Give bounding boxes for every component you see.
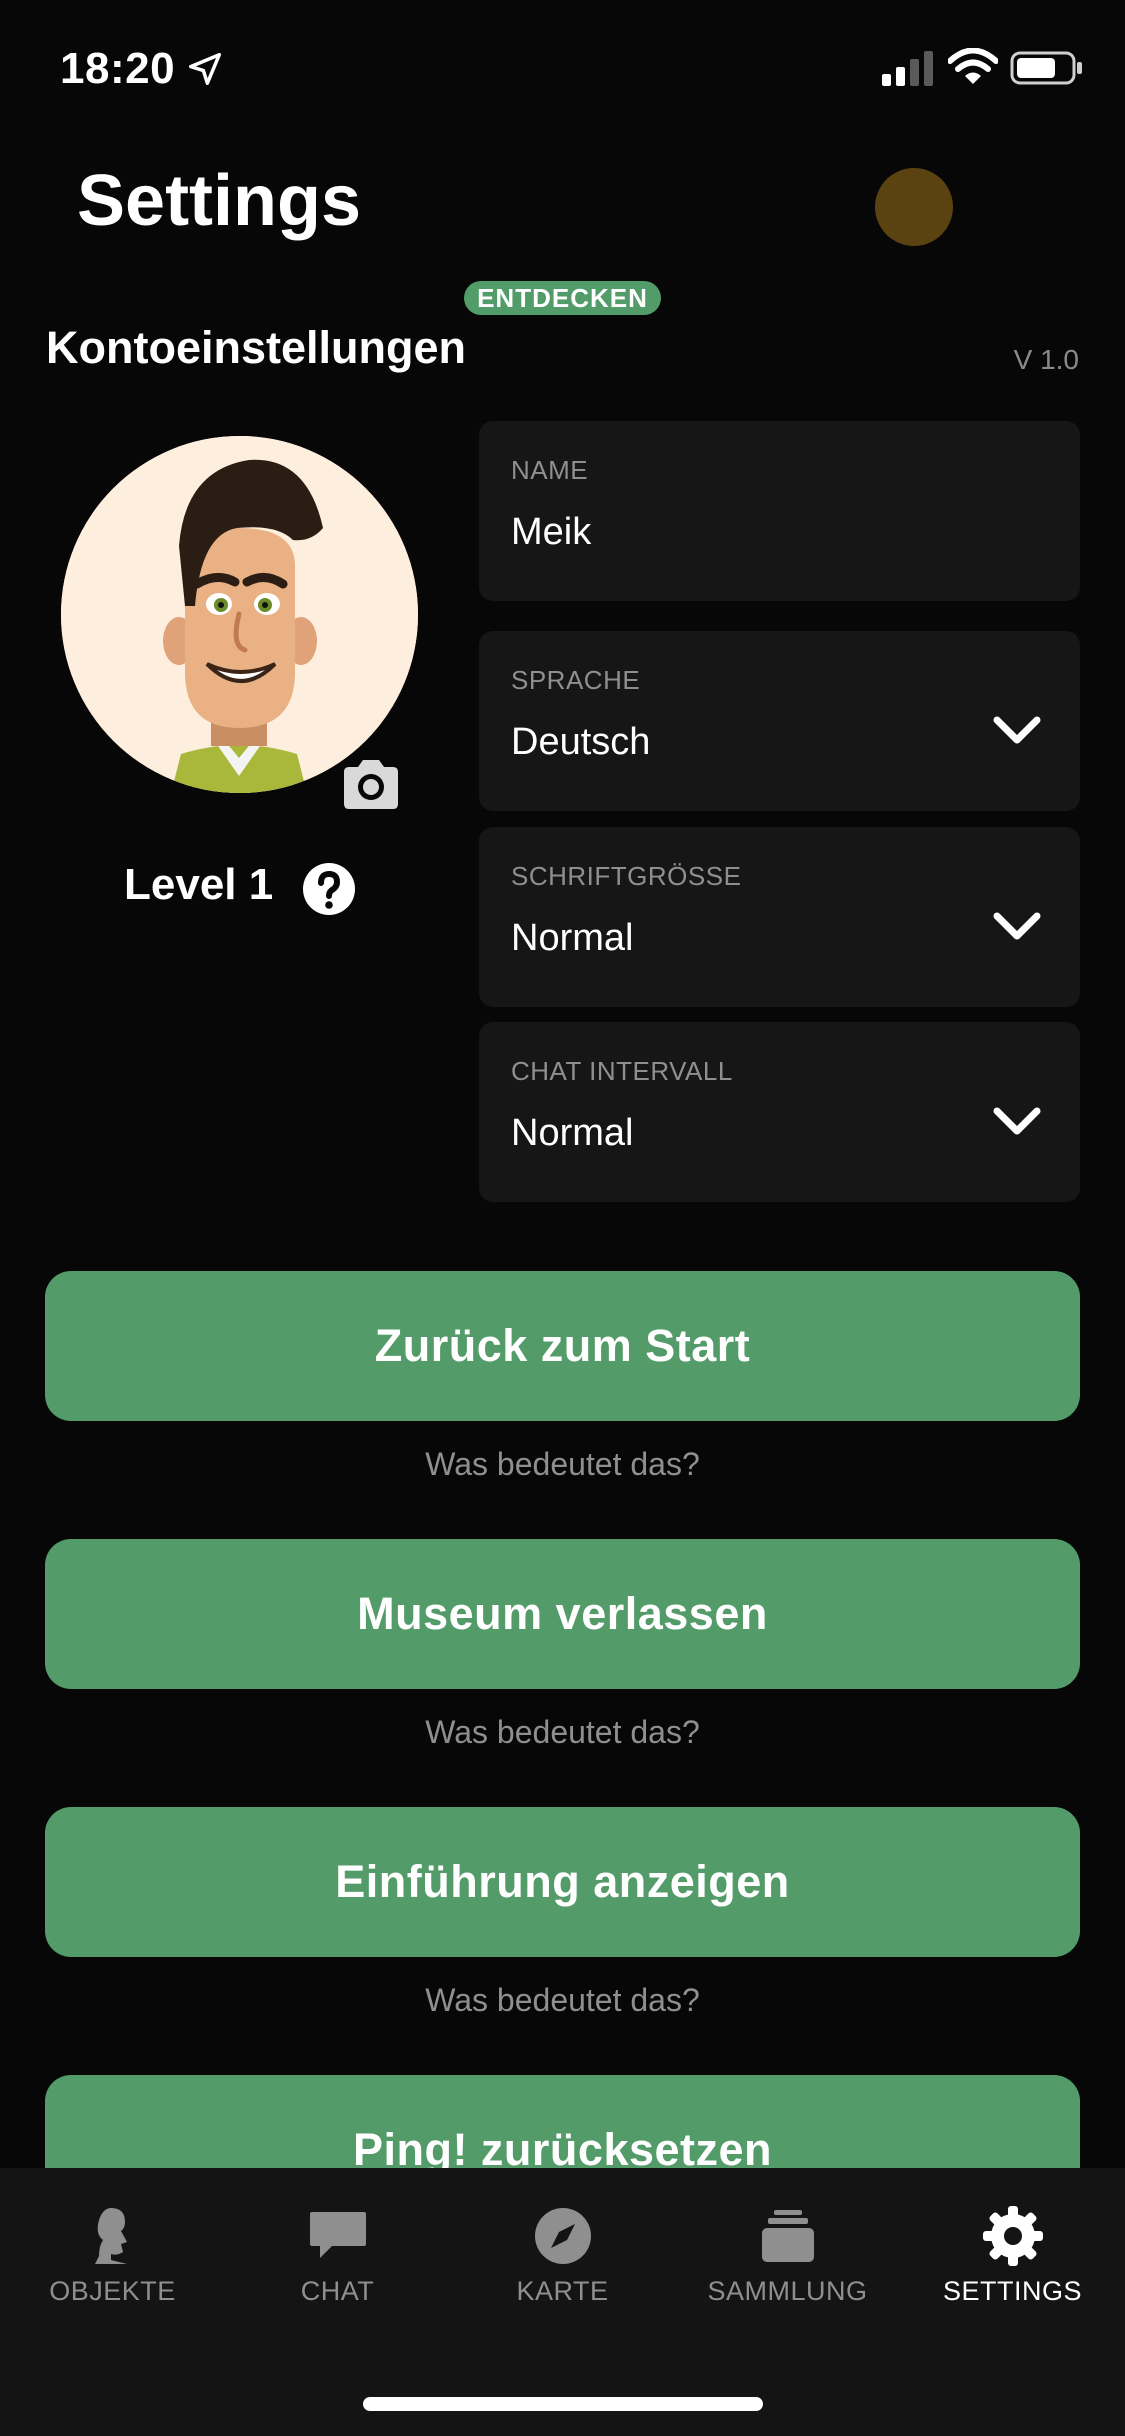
tab-settings[interactable]: SETTINGS [900, 2204, 1125, 2314]
tab-sammlung-label: SAMMLUNG [707, 2276, 868, 2306]
chat-bubble-icon [309, 2212, 366, 2258]
tab-karte-label: KARTE [516, 2276, 609, 2306]
wifi-icon [948, 48, 998, 84]
bust-icon [94, 2208, 127, 2264]
cellular-signal-icon [882, 51, 933, 86]
leave-museum-button[interactable]: Museum verlassen [45, 1539, 1080, 1689]
tab-settings-label: SETTINGS [942, 2276, 1082, 2306]
name-field[interactable]: NAME Meik [479, 421, 1080, 601]
show-intro-help-link[interactable]: Was bedeutet das? [0, 1982, 1125, 2019]
version-label: V 1.0 [1013, 344, 1079, 375]
tab-objekte-label: OBJEKTE [49, 2276, 176, 2306]
location-arrow-icon [189, 53, 221, 85]
language-select-label: SPRACHE [511, 665, 641, 695]
back-to-start-help-link[interactable]: Was bedeutet das? [0, 1446, 1125, 1483]
name-field-label: NAME [511, 455, 589, 485]
font-size-select[interactable]: SCHRIFTGRÖSSE Normal [479, 827, 1080, 1007]
language-select[interactable]: SPRACHE Deutsch [479, 631, 1080, 811]
section-title: Kontoeinstellungen [46, 322, 466, 373]
home-indicator [363, 2397, 763, 2411]
tab-bar: OBJEKTE CHAT KARTE SAMMLUNG SETTINGS [0, 2168, 1125, 2436]
gear-icon [982, 2206, 1043, 2266]
chat-interval-select-value: Normal [511, 1112, 634, 1154]
avatar-illustration [61, 436, 418, 793]
font-size-select-value: Normal [511, 917, 634, 959]
chevron-down-icon [993, 912, 1041, 940]
show-intro-button[interactable]: Einführung anzeigen [45, 1807, 1080, 1957]
battery-icon [1010, 51, 1082, 85]
name-field-value[interactable]: Meik [511, 511, 591, 554]
compass-icon [534, 2208, 591, 2264]
leave-museum-help-link[interactable]: Was bedeutet das? [0, 1714, 1125, 1751]
help-icon[interactable] [302, 862, 356, 916]
language-select-value: Deutsch [511, 721, 651, 763]
level-label: Level 1 [124, 860, 274, 909]
entdecken-badge[interactable]: ENTDECKEN [464, 281, 661, 315]
chat-interval-select-label: CHAT INTERVALL [511, 1056, 733, 1086]
font-size-select-label: SCHRIFTGRÖSSE [511, 861, 742, 891]
tab-sammlung[interactable]: SAMMLUNG [675, 2204, 900, 2314]
tab-objekte[interactable]: OBJEKTE [0, 2204, 225, 2314]
stack-icon [761, 2210, 814, 2262]
avatar[interactable] [61, 436, 418, 793]
camera-icon[interactable] [340, 756, 402, 812]
museum-logo [875, 168, 953, 246]
tab-karte[interactable]: KARTE [450, 2204, 675, 2314]
status-time: 18:20 [60, 44, 176, 93]
chat-interval-select[interactable]: CHAT INTERVALL Normal [479, 1022, 1080, 1202]
tab-chat-label: CHAT [300, 2276, 375, 2306]
tab-chat[interactable]: CHAT [225, 2204, 450, 2314]
chevron-down-icon [993, 716, 1041, 744]
status-bar: 18:20 [0, 0, 1125, 130]
page-title: Settings [77, 161, 362, 241]
chevron-down-icon [993, 1107, 1041, 1135]
back-to-start-button[interactable]: Zurück zum Start [45, 1271, 1080, 1421]
